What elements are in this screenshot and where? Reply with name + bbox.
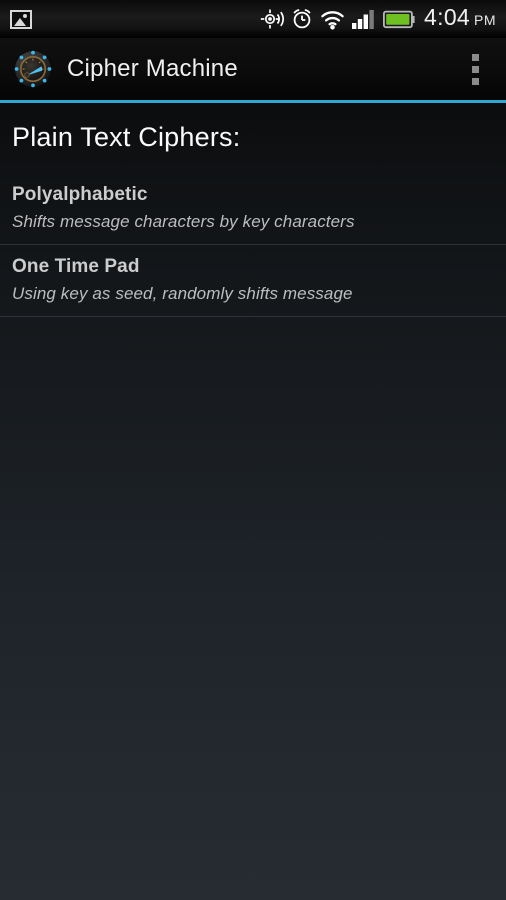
overflow-dot: [471, 77, 479, 85]
clock-time: 4:04: [424, 4, 470, 30]
overflow-menu-button[interactable]: [460, 44, 494, 94]
alarm-clock-icon: [291, 8, 313, 30]
status-bar: 4:04 PM: [0, 0, 506, 38]
list-item-one-time-pad[interactable]: One Time Pad Using key as seed, randomly…: [0, 245, 506, 317]
cipher-list: Polyalphabetic Shifts message characters…: [0, 173, 506, 317]
status-bar-notifications: [10, 9, 32, 29]
list-item-title: Polyalphabetic: [12, 184, 148, 205]
list-item-subtitle: Shifts message characters by key charact…: [12, 212, 355, 231]
main-content: Plain Text Ciphers: Polyalphabetic Shift…: [0, 103, 506, 900]
page-title: Plain Text Ciphers:: [12, 122, 241, 152]
image-icon: [10, 9, 32, 29]
list-item-polyalphabetic[interactable]: Polyalphabetic Shifts message characters…: [0, 173, 506, 245]
status-bar-clock: 4:04 PM: [422, 6, 498, 32]
battery-icon: [383, 10, 415, 29]
cipher-dial-icon[interactable]: [13, 49, 53, 89]
gps-icon: [260, 8, 285, 30]
signal-bars-icon: [352, 8, 376, 30]
overflow-dot: [471, 65, 479, 73]
clock-ampm: PM: [474, 12, 496, 28]
action-bar: Cipher Machine: [0, 38, 506, 100]
status-bar-system-icons: 4:04 PM: [260, 6, 498, 32]
list-item-title: One Time Pad: [12, 256, 140, 277]
app-title: Cipher Machine: [67, 55, 238, 82]
android-app-screen: 4:04 PM Cipher Machine Plain Text Cipher…: [0, 0, 506, 900]
list-item-subtitle: Using key as seed, randomly shifts messa…: [12, 284, 353, 303]
overflow-dot: [471, 53, 479, 61]
wifi-icon: [320, 9, 345, 30]
